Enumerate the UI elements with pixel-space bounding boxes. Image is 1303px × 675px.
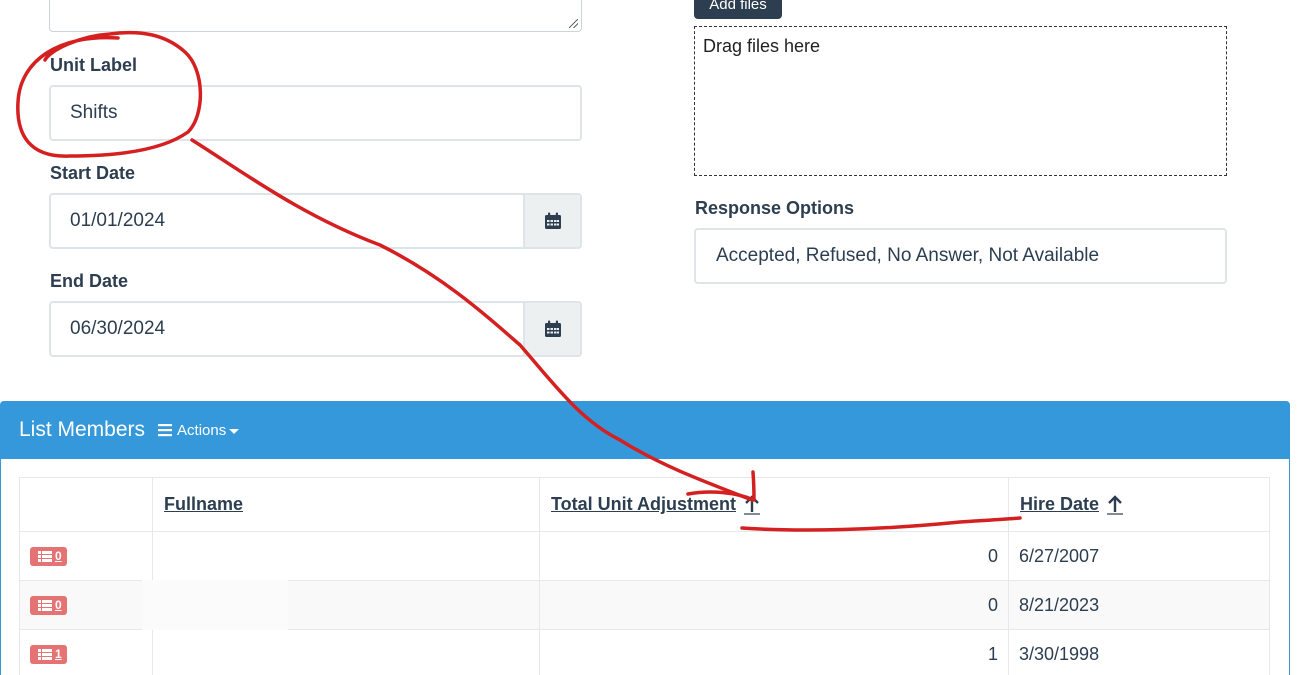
fullname-cell xyxy=(152,531,540,581)
unit-label-input[interactable]: Shifts xyxy=(49,85,582,141)
response-options-value: Accepted, Refused, No Answer, Not Availa… xyxy=(716,245,1100,266)
dropzone-text: Drag files here xyxy=(703,36,821,56)
table-row: 0 0 6/27/2007 xyxy=(19,531,1270,581)
list-icon xyxy=(38,599,52,611)
caret-down-icon xyxy=(229,428,240,434)
unit-label-value: Shifts xyxy=(70,102,118,123)
hire-date-cell: 3/30/1998 xyxy=(1008,629,1270,675)
member-list-button[interactable]: 0 xyxy=(30,595,67,615)
redaction-mark xyxy=(142,580,288,630)
file-dropzone[interactable]: Drag files here xyxy=(694,26,1227,176)
start-date-label: Start Date xyxy=(50,163,136,183)
hire-date-cell: 8/21/2023 xyxy=(1008,580,1270,630)
actions-label: Actions xyxy=(177,421,227,439)
members-table: Fullname Total Unit Adjustment Hire Date xyxy=(19,477,1270,675)
list-icon xyxy=(38,648,52,660)
table-header-row: Fullname Total Unit Adjustment Hire Date xyxy=(19,477,1270,532)
add-files-button[interactable]: Add files xyxy=(694,0,782,19)
header-actions-cell xyxy=(19,477,153,532)
list-icon xyxy=(38,550,52,562)
unit-label-label: Unit Label xyxy=(50,55,138,75)
header-fullname[interactable]: Fullname xyxy=(152,477,540,532)
arrow-up-icon[interactable] xyxy=(743,495,761,515)
description-textarea[interactable] xyxy=(49,0,582,32)
sort-total-unit-adjustment-link[interactable]: Total Unit Adjustment xyxy=(551,494,736,514)
badge-count: 0 xyxy=(55,549,62,563)
row-actions-cell: 0 xyxy=(19,580,153,630)
sort-hire-date-link[interactable]: Hire Date xyxy=(1020,494,1099,514)
calendar-icon xyxy=(544,320,561,337)
hamburger-icon xyxy=(158,424,173,437)
panel-title: List Members xyxy=(19,418,146,441)
total-unit-adjustment-cell: 1 xyxy=(539,629,1009,675)
start-date-input[interactable]: 01/01/2024 xyxy=(49,193,525,249)
arrow-up-icon[interactable] xyxy=(1106,495,1124,515)
member-list-button[interactable]: 1 xyxy=(30,644,67,664)
row-actions-cell: 1 xyxy=(19,629,153,675)
header-hire-date[interactable]: Hire Date xyxy=(1008,477,1270,532)
header-total-unit-adjustment[interactable]: Total Unit Adjustment xyxy=(539,477,1009,532)
table-row: 1 1 3/30/1998 xyxy=(19,629,1270,675)
badge-count: 1 xyxy=(55,647,62,661)
actions-dropdown[interactable]: Actions xyxy=(158,421,240,439)
total-unit-adjustment-cell: 0 xyxy=(539,531,1009,581)
hire-date-cell: 6/27/2007 xyxy=(1008,531,1270,581)
total-unit-adjustment-cell: 0 xyxy=(539,580,1009,630)
list-members-panel-header: List Members Actions xyxy=(0,401,1290,459)
calendar-icon xyxy=(544,212,561,229)
member-list-button[interactable]: 0 xyxy=(30,546,67,566)
start-date-value: 01/01/2024 xyxy=(70,210,166,231)
response-options-label: Response Options xyxy=(695,198,855,218)
end-date-calendar-button[interactable] xyxy=(524,301,582,357)
end-date-value: 06/30/2024 xyxy=(70,318,166,339)
badge-count: 0 xyxy=(55,598,62,612)
fullname-cell xyxy=(152,629,540,675)
sort-fullname-link[interactable]: Fullname xyxy=(164,494,243,514)
row-actions-cell: 0 xyxy=(19,531,153,581)
end-date-input[interactable]: 06/30/2024 xyxy=(49,301,525,357)
start-date-calendar-button[interactable] xyxy=(524,193,582,249)
end-date-label: End Date xyxy=(50,271,129,291)
response-options-input[interactable]: Accepted, Refused, No Answer, Not Availa… xyxy=(694,228,1227,284)
resize-grip-icon[interactable] xyxy=(569,19,578,28)
